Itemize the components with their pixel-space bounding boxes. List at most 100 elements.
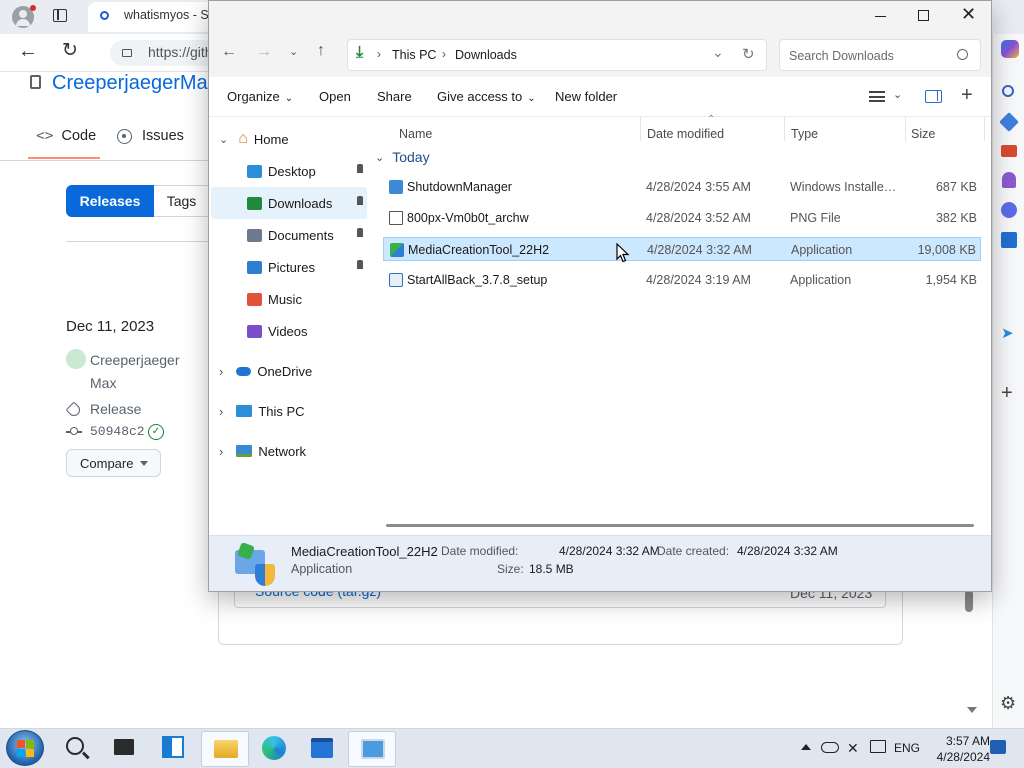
release-tag-link[interactable]: Release (90, 401, 141, 417)
add-icon[interactable]: + (961, 84, 973, 107)
network-tray-icon[interactable] (870, 740, 886, 753)
maximize-icon[interactable] (918, 10, 929, 21)
edge-sidebar: ➤ + ⚙ (992, 34, 1024, 728)
nav-item-documents[interactable]: Documents (211, 219, 367, 251)
recent-locations-icon[interactable]: ⌄ (289, 45, 298, 58)
start-button[interactable] (6, 730, 44, 766)
column-separator[interactable] (984, 117, 985, 141)
file-explorer-window: ✕ ← → ⌄ ↑ ⤓ › This PC › Downloads ⌄ ↻ Se… (208, 0, 992, 592)
clock[interactable]: 3:57 AM 4/28/2024 (918, 733, 990, 765)
share-button[interactable]: Share (377, 89, 412, 104)
task-view-icon[interactable] (114, 739, 134, 755)
repo-owner-link[interactable]: CreeperjaegerMax (52, 72, 218, 95)
column-header-date[interactable]: Date modified (647, 127, 724, 141)
address-breadcrumb[interactable]: ⤓ › This PC › Downloads ⌄ ↻ (347, 39, 767, 71)
store-icon[interactable] (311, 738, 333, 758)
group-header-today[interactable]: ⌄ Today (375, 149, 430, 165)
column-header-name[interactable]: Name (399, 127, 432, 141)
tab-issues[interactable]: Issues (117, 128, 184, 144)
nav-network[interactable]: › Network (209, 435, 369, 467)
nav-item-downloads[interactable]: Downloads (211, 187, 367, 219)
people-icon[interactable] (1002, 172, 1016, 188)
file-row[interactable]: 800px-Vm0b0t_archw 4/28/2024 3:52 AM PNG F… (383, 206, 981, 230)
organize-button[interactable]: Organize ⌄ (227, 89, 293, 104)
page-scrollbar[interactable] (965, 590, 973, 612)
add-icon[interactable]: + (1001, 382, 1013, 405)
open-button[interactable]: Open (319, 89, 351, 104)
nav-onedrive[interactable]: › OneDrive (209, 355, 369, 387)
breadcrumb-this-pc[interactable]: This PC (392, 48, 436, 62)
search-icon[interactable] (1002, 85, 1014, 97)
column-header-type[interactable]: Type (791, 127, 818, 141)
breadcrumb-downloads[interactable]: Downloads (455, 48, 517, 62)
column-separator[interactable] (784, 117, 785, 141)
back-icon[interactable]: ← (221, 43, 237, 61)
computer-icon (236, 405, 253, 417)
new-folder-button[interactable]: New folder (555, 89, 617, 104)
reload-icon[interactable]: ↻ (62, 39, 78, 62)
column-separator[interactable] (905, 117, 906, 141)
refresh-icon[interactable]: ↻ (742, 45, 755, 63)
search-placeholder: Search Downloads (789, 49, 894, 63)
nav-this-pc[interactable]: › This PC (209, 395, 369, 427)
back-icon[interactable]: ← (18, 40, 38, 63)
nav-item-desktop[interactable]: Desktop (211, 155, 367, 187)
nav-item-videos[interactable]: Videos (211, 315, 367, 347)
chevron-right-icon: › (219, 443, 224, 459)
address-history-icon[interactable]: ⌄ (712, 44, 724, 61)
avatar[interactable] (66, 349, 86, 369)
horizontal-scrollbar[interactable] (386, 524, 974, 527)
up-icon[interactable]: ↑ (317, 42, 325, 60)
releases-button[interactable]: Releases (66, 185, 154, 217)
commit-hash-link[interactable]: 50948c2 (90, 424, 145, 439)
outlook-icon[interactable] (1001, 232, 1017, 248)
nav-item-label: Downloads (268, 195, 333, 211)
scroll-down-icon[interactable] (967, 707, 977, 713)
tab-actions-icon[interactable] (53, 9, 67, 22)
preview-pane-icon[interactable] (925, 90, 942, 103)
details-modified-value: 4/28/2024 3:32 AM (559, 544, 660, 558)
file-type: PNG File (790, 211, 841, 225)
column-header-size[interactable]: Size (911, 127, 935, 141)
view-list-icon[interactable] (869, 91, 885, 102)
volume-muted-icon[interactable]: ✕ (847, 740, 859, 757)
view-options-chevron-icon[interactable]: ⌄ (893, 88, 902, 101)
taskbar-file-explorer[interactable] (201, 731, 249, 767)
column-separator[interactable] (640, 117, 641, 141)
tags-button[interactable]: Tags (154, 185, 210, 217)
send-icon[interactable]: ➤ (1001, 324, 1014, 342)
file-row[interactable]: MediaCreationTool_22H2 4/28/2024 3:32 AM A… (383, 237, 981, 261)
cloud-offline-icon[interactable] (821, 742, 839, 753)
nav-item-music[interactable]: Music (211, 283, 367, 315)
tab-code[interactable]: <> Code (36, 128, 96, 144)
compare-button[interactable]: Compare (66, 449, 161, 477)
widgets-icon[interactable] (162, 736, 184, 758)
minimize-icon[interactable] (875, 16, 886, 17)
file-row[interactable]: ShutdownManager 4/28/2024 3:55 AM Windows … (383, 175, 981, 199)
tag-icon (65, 401, 83, 419)
give-access-button[interactable]: Give access to ⌄ (437, 89, 536, 104)
settings-icon[interactable]: ⚙ (1000, 693, 1016, 714)
tab-code-label: Code (61, 128, 97, 144)
copilot-icon[interactable] (1001, 40, 1019, 58)
input-language[interactable]: ENG (894, 741, 920, 755)
shopping-icon[interactable] (999, 112, 1019, 132)
file-row[interactable]: StartAllBack_3.7.8_setup 4/28/2024 3:19 A… (383, 268, 981, 292)
close-icon[interactable]: ✕ (961, 4, 976, 25)
nav-home[interactable]: ⌄ ⌂ Home (209, 123, 369, 155)
browser-tab[interactable]: whatismyos - Se (88, 2, 228, 32)
tray-chevron-icon[interactable] (801, 744, 811, 750)
office-icon[interactable] (1001, 202, 1017, 218)
edge-icon[interactable] (262, 736, 286, 760)
release-author-link[interactable]: Creeperjaeger Max (90, 349, 200, 395)
pin-icon (357, 260, 363, 269)
notifications-icon[interactable] (990, 740, 1006, 754)
asset-row[interactable]: Source code (tar.gz) (234, 590, 886, 608)
tools-icon[interactable] (1001, 145, 1017, 157)
forward-icon[interactable]: → (256, 43, 272, 61)
network-icon (236, 445, 253, 457)
title-bar[interactable]: ✕ (209, 1, 991, 33)
search-input[interactable]: Search Downloads (779, 39, 981, 71)
taskbar-remote-desktop[interactable] (348, 731, 396, 767)
nav-item-pictures[interactable]: Pictures (211, 251, 367, 283)
